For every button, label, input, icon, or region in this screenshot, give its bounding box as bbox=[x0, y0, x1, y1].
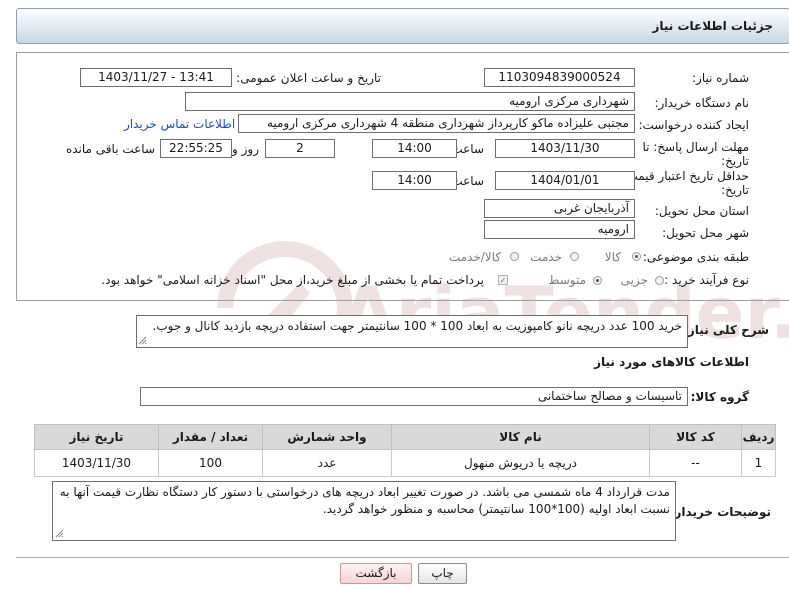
column-header: ردیف bbox=[741, 424, 776, 450]
footer-divider bbox=[16, 557, 789, 558]
need-number-label: شماره نیاز: bbox=[692, 71, 749, 85]
remaining-days-field[interactable]: 2 bbox=[265, 139, 335, 158]
column-header: واحد شمارش bbox=[262, 424, 392, 450]
treasury-bonds-checkbox[interactable]: ✓ bbox=[498, 275, 508, 285]
creator-field[interactable]: مجتبی علیزاده ماکو کارپرداز شهرداری منطق… bbox=[238, 114, 635, 133]
table-header-row: ردیف کد کالا نام کالا واحد شمارش تعداد /… bbox=[34, 424, 776, 450]
resize-grip-icon[interactable] bbox=[55, 529, 64, 538]
goods-group-label: گروه کالا: bbox=[690, 390, 749, 404]
announce-datetime-field[interactable]: 1403/11/27 - 13:41 bbox=[80, 68, 232, 87]
description-label: شرح کلی نیاز: bbox=[683, 323, 769, 337]
table-cell: 1 bbox=[741, 449, 776, 477]
buyer-contact-link[interactable]: اطلاعات تماس خریدار bbox=[124, 117, 235, 131]
process-radio-minor[interactable] bbox=[655, 276, 664, 285]
remaining-time-field[interactable]: 22:55:25 bbox=[160, 139, 232, 158]
buyer-org-label: نام دستگاه خریدار: bbox=[654, 96, 750, 110]
need-number-field[interactable]: 1103094839000524 bbox=[484, 68, 635, 87]
table-row[interactable]: 1 -- دریچه یا دریوش منهول عدد 100 1403/1… bbox=[34, 449, 776, 477]
page-title: جزئیات اطلاعات نیاز bbox=[652, 19, 773, 33]
price-validity-label-2: تاریخ: bbox=[721, 183, 749, 197]
creator-label: ایجاد کننده درخواست: bbox=[638, 118, 749, 132]
goods-table: ردیف کد کالا نام کالا واحد شمارش تعداد /… bbox=[34, 424, 776, 477]
page-header: جزئیات اطلاعات نیاز bbox=[16, 8, 789, 44]
goods-section-title: اطلاعات کالاهای مورد نیاز bbox=[594, 355, 749, 369]
category-option-service: خدمت bbox=[530, 250, 562, 264]
deadline-label: مهلت ارسال پاسخ: تا bbox=[642, 140, 749, 154]
goods-group-field[interactable]: تاسیسات و مصالح ساختمانی bbox=[140, 387, 688, 406]
process-label: نوع فرآیند خرید : bbox=[664, 273, 749, 287]
price-validity-date-field[interactable]: 1404/01/01 bbox=[495, 171, 635, 190]
deadline-time-field[interactable]: 14:00 bbox=[372, 139, 457, 158]
category-radio-service[interactable] bbox=[570, 252, 579, 261]
deadline-label-2: تاریخ: bbox=[721, 154, 749, 168]
column-header: تعداد / مقدار bbox=[158, 424, 263, 450]
table-cell: 100 bbox=[158, 449, 263, 477]
category-label: طبقه بندی موضوعی: bbox=[642, 250, 749, 264]
table-cell: -- bbox=[649, 449, 742, 477]
column-header: تاریخ نیاز bbox=[34, 424, 159, 450]
table-cell: دریچه یا دریوش منهول bbox=[391, 449, 650, 477]
days-label: روز و bbox=[232, 142, 259, 156]
province-label: استان محل تحویل: bbox=[654, 204, 749, 218]
table-cell: 1403/11/30 bbox=[34, 449, 159, 477]
category-option-goods: کالا bbox=[604, 250, 621, 264]
column-header: نام کالا bbox=[391, 424, 650, 450]
table-cell: عدد bbox=[262, 449, 392, 477]
announce-datetime-label: تاریخ و ساعت اعلان عمومی: bbox=[236, 71, 381, 85]
process-option-medium: متوسط bbox=[548, 273, 586, 287]
description-field[interactable]: خرید 100 عدد دریچه نانو کامپوزیت به ابعا… bbox=[136, 315, 688, 348]
deadline-date-field[interactable]: 1403/11/30 bbox=[495, 139, 635, 158]
category-option-both: کالا/خدمت bbox=[448, 250, 501, 264]
city-field[interactable]: ارومیه bbox=[484, 220, 635, 239]
resize-grip-icon[interactable] bbox=[138, 336, 147, 345]
buyer-org-field[interactable]: شهرداری مرکزی ارومیه bbox=[185, 92, 635, 111]
city-label: شهر محل تحویل: bbox=[662, 226, 749, 240]
back-button[interactable]: بازگشت bbox=[340, 563, 412, 584]
price-validity-time-field[interactable]: 14:00 bbox=[372, 171, 457, 190]
category-radio-goods[interactable] bbox=[632, 252, 641, 261]
payment-note: پرداخت تمام یا بخشی از مبلغ خرید،از محل … bbox=[101, 273, 484, 287]
process-option-minor: جزیی bbox=[620, 273, 648, 287]
category-radio-both[interactable] bbox=[510, 252, 519, 261]
province-field[interactable]: آذربایجان غربی bbox=[484, 199, 635, 218]
process-radio-medium[interactable] bbox=[593, 276, 602, 285]
remaining-time-label: ساعت باقی مانده bbox=[65, 142, 155, 156]
print-button[interactable]: چاپ bbox=[418, 563, 467, 584]
buyer-notes-label: توضیحات خریدار: bbox=[669, 505, 771, 519]
buyer-notes-field[interactable]: مدت قرارداد 4 ماه شمسی می باشد. در صورت … bbox=[52, 481, 676, 541]
column-header: کد کالا bbox=[649, 424, 742, 450]
